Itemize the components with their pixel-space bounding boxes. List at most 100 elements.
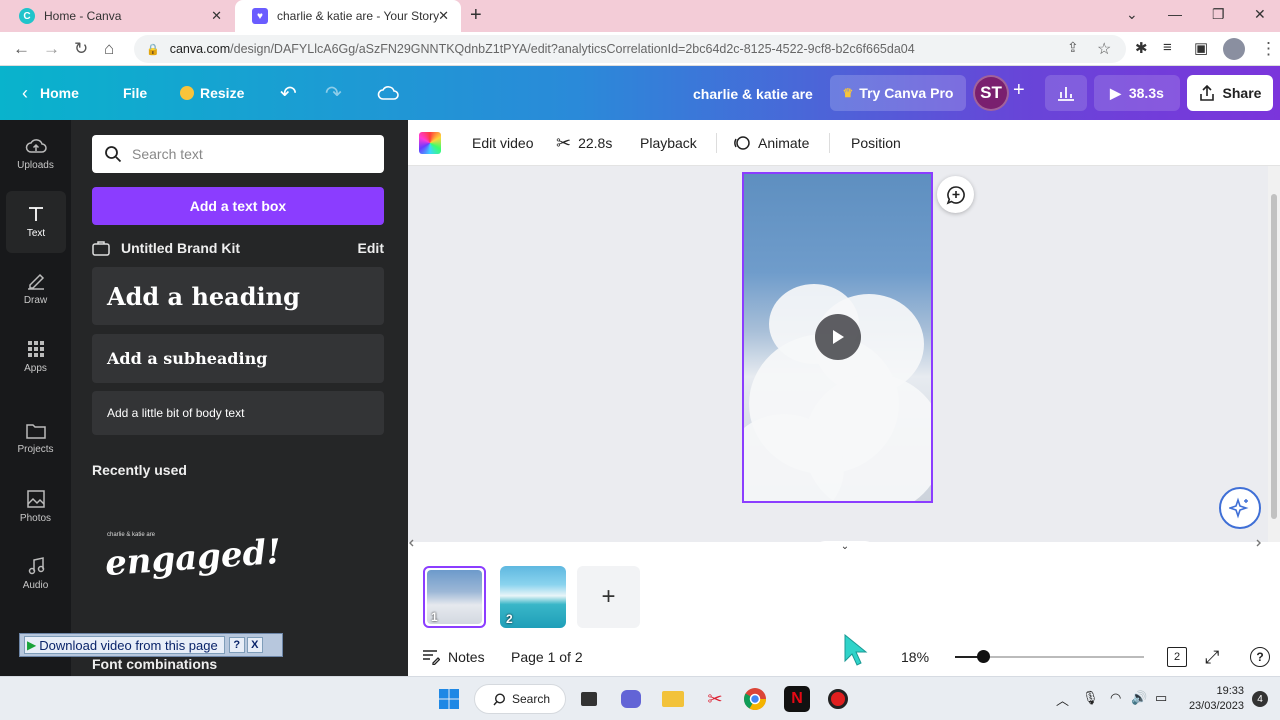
rail-item-uploads[interactable]: Uploads	[0, 123, 71, 185]
reading-list-icon[interactable]: ≡	[1163, 39, 1172, 56]
tray-chevron-up-icon[interactable]: ︿	[1056, 690, 1069, 709]
recent-combo-script-text[interactable]: engaged!	[104, 532, 283, 584]
taskbar-search-label: Search	[512, 692, 551, 706]
taskbar-search[interactable]: Search	[474, 684, 566, 714]
bookmark-star-icon[interactable]: ☆	[1097, 39, 1111, 59]
task-view-icon[interactable]	[576, 686, 602, 712]
window-close-icon[interactable]: ✕	[1254, 6, 1266, 23]
share-button[interactable]: Share	[1187, 75, 1273, 111]
playback-button[interactable]: Playback	[640, 120, 697, 166]
chat-icon[interactable]	[618, 686, 644, 712]
search-text-input[interactable]: Search text	[92, 135, 384, 173]
rail-item-projects[interactable]: Projects	[0, 408, 71, 470]
clock-time: 19:33	[1216, 685, 1244, 697]
help-button[interactable]: ?	[1250, 640, 1270, 674]
minimize-icon[interactable]: —	[1168, 6, 1182, 22]
canva-favicon-icon: C	[19, 8, 35, 24]
collapse-pages-chevron-icon[interactable]: ⌄	[815, 541, 875, 553]
rail-item-text[interactable]: Text	[6, 191, 66, 253]
volume-icon[interactable]: 🔊	[1131, 690, 1147, 706]
taskbar-clock[interactable]: 19:33 23/03/2023	[1184, 684, 1244, 714]
menu-kebab-icon[interactable]: ⋮	[1260, 39, 1277, 59]
windows-taskbar: Search ✂ N ︿ 🎙 ◠ 🔊 ▭ 19:33 23/03/2023 4	[0, 676, 1280, 720]
chrome-icon[interactable]	[742, 686, 768, 712]
add-comment-button[interactable]	[937, 176, 974, 213]
page-count-button[interactable]: 2	[1167, 640, 1187, 674]
notes-button[interactable]: Notes	[422, 640, 485, 674]
mouse-cursor-icon	[844, 634, 868, 666]
page-thumbnail-2[interactable]: 2	[500, 566, 566, 628]
resize-button[interactable]: Resize	[180, 66, 244, 120]
add-heading-card[interactable]: Add a heading	[92, 267, 384, 325]
new-tab-icon[interactable]: +	[470, 4, 482, 27]
tab-search-chevron-icon[interactable]: ⌄	[1126, 6, 1138, 23]
wifi-icon[interactable]: ◠	[1110, 690, 1121, 706]
trim-button[interactable]: ✂ 22.8s	[556, 120, 612, 166]
brand-kit-edit-link[interactable]: Edit	[358, 240, 384, 256]
rail-item-audio[interactable]: Audio	[0, 543, 71, 605]
maximize-icon[interactable]: ❐	[1212, 6, 1225, 23]
snipping-tool-icon[interactable]: ✂	[702, 686, 728, 712]
windows-start-icon[interactable]	[436, 686, 462, 712]
address-bar[interactable]: 🔒 canva.com/design/DAFYLlcA6Gg/aSzFN29GN…	[134, 35, 1126, 63]
color-picker-swatch[interactable]	[419, 132, 441, 154]
battery-icon[interactable]: ▭	[1155, 690, 1167, 706]
redo-icon[interactable]: ↷	[325, 66, 342, 120]
profile-avatar-icon[interactable]	[1223, 38, 1245, 60]
position-button[interactable]: Position	[851, 120, 901, 166]
zoom-slider-knob[interactable]	[977, 650, 991, 663]
tab-close-icon[interactable]: ✕	[211, 8, 222, 24]
draw-pen-icon	[27, 273, 44, 290]
add-collaborator-icon[interactable]: +	[1013, 79, 1025, 102]
undo-icon[interactable]: ↶	[280, 66, 297, 120]
video-play-button[interactable]	[815, 314, 861, 360]
zoom-level[interactable]: 18%	[901, 640, 929, 674]
screen-recorder-icon[interactable]	[825, 686, 851, 712]
insights-chart-icon[interactable]	[1045, 75, 1087, 111]
home-icon[interactable]: ⌂	[104, 39, 114, 59]
netflix-icon[interactable]: N	[784, 686, 810, 712]
rail-item-photos[interactable]: Photos	[0, 476, 71, 538]
fullscreen-expand-icon[interactable]: ⤢	[1205, 640, 1219, 674]
notification-badge[interactable]: 4	[1252, 691, 1268, 707]
page-indicator[interactable]: Page 1 of 2	[511, 640, 583, 674]
forward-arrow-icon[interactable]: →	[43, 39, 60, 59]
design-title[interactable]: charlie & katie are	[693, 86, 813, 102]
cloud-save-icon[interactable]	[377, 66, 399, 120]
share-upload-icon	[1199, 85, 1214, 101]
try-canva-pro-button[interactable]: ♛ Try Canva Pro	[830, 75, 966, 111]
close-icon[interactable]: X	[246, 637, 263, 653]
page-count-badge: 2	[1167, 647, 1187, 667]
add-page-button[interactable]: +	[577, 566, 640, 628]
add-subheading-card[interactable]: Add a subheading	[92, 334, 384, 383]
user-avatar[interactable]: ST	[973, 75, 1009, 111]
present-play-button[interactable]: ▶ 38.3s	[1094, 75, 1180, 111]
add-text-box-button[interactable]: Add a text box	[92, 187, 384, 225]
browser-tab-design[interactable]: ♥ charlie & katie are - Your Story ✕	[235, 0, 461, 32]
reload-icon[interactable]: ↻	[74, 39, 88, 59]
microphone-icon[interactable]: 🎙	[1082, 690, 1099, 706]
help-icon[interactable]: ?	[228, 637, 245, 653]
rail-item-draw[interactable]: Draw	[0, 258, 71, 320]
animate-button[interactable]: Animate	[733, 120, 809, 166]
rail-label: Audio	[22, 580, 49, 591]
file-explorer-icon[interactable]	[660, 686, 686, 712]
edit-video-button[interactable]: Edit video	[472, 120, 533, 166]
download-video-button[interactable]: ▶ Download video from this page	[24, 636, 225, 654]
back-arrow-icon[interactable]: ←	[13, 39, 30, 59]
recent-combo-small-text[interactable]: charlie & katie are	[107, 532, 155, 538]
comment-plus-icon	[946, 185, 965, 204]
add-body-text-card[interactable]: Add a little bit of body text	[92, 391, 384, 435]
browser-tab-home-canva[interactable]: C Home - Canva ✕	[2, 0, 234, 32]
rail-item-apps[interactable]: Apps	[0, 326, 71, 388]
share-page-icon[interactable]: ⇪	[1067, 39, 1079, 56]
search-icon	[493, 692, 506, 705]
vertical-scrollbar[interactable]	[1268, 166, 1280, 542]
magic-assistant-button[interactable]	[1219, 487, 1261, 529]
tab-close-icon[interactable]: ✕	[438, 8, 449, 24]
extensions-puzzle-icon[interactable]: ✱	[1135, 39, 1148, 57]
home-button[interactable]: ‹ Home	[22, 66, 79, 120]
file-menu-button[interactable]: File	[123, 66, 147, 120]
page-thumbnail-1[interactable]: 1	[423, 566, 486, 628]
side-panel-icon[interactable]: ▣	[1194, 39, 1208, 57]
